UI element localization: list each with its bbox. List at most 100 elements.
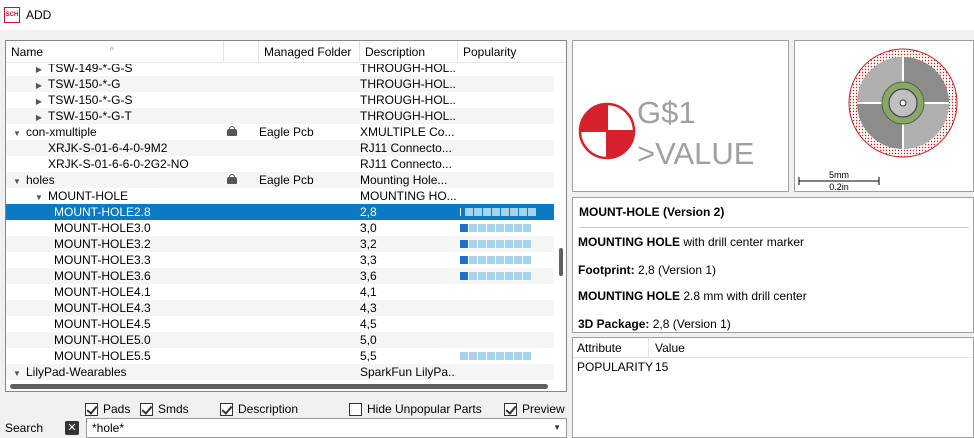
tree-row[interactable]: ▼ con-xmultiple Eagle Pcb XMULTIPLE Co...: [6, 124, 554, 140]
popularity-segments: [460, 352, 531, 360]
collapsed-arrow-icon[interactable]: ▶: [34, 94, 44, 108]
row-name-cell: ▼ LilyPad-Wearables: [6, 364, 256, 380]
part-row[interactable]: MOUNT-HOLE3.0 3,0: [6, 220, 554, 236]
row-name: MOUNT-HOLE5.0: [54, 333, 151, 347]
row-folder: [259, 220, 357, 236]
column-managed-folder[interactable]: Managed Folder: [259, 41, 360, 63]
part-row[interactable]: MOUNT-HOLE5.5 5,5: [6, 348, 554, 364]
expanded-arrow-icon[interactable]: ▼: [12, 366, 22, 380]
sort-ascending-icon: ^: [110, 46, 114, 55]
row-description: THROUGH-HOL...: [360, 77, 456, 91]
popularity-segment: [460, 224, 468, 232]
tree-row[interactable]: ▶ TSW-150-*-G-S THROUGH-HOL...: [6, 92, 554, 108]
row-name-cell: MOUNT-HOLE2.8: [6, 204, 256, 220]
collapsed-arrow-icon[interactable]: ▶: [34, 110, 44, 124]
tree-row[interactable]: ▶ TSW-149-*-G-S THROUGH-HOL...: [6, 64, 554, 76]
tree-row[interactable]: ▶ TSW-150-*-G THROUGH-HOL...: [6, 76, 554, 92]
row-folder: Eagle Pcb: [259, 125, 314, 139]
row-name-cell: MOUNT-HOLE3.6: [6, 268, 256, 284]
attribute-row[interactable]: POPULARITY 15: [573, 358, 973, 376]
column-lock[interactable]: [224, 41, 259, 63]
expanded-arrow-icon[interactable]: ▼: [34, 190, 44, 204]
symbol-quadrant-tl: [580, 104, 607, 131]
description-check-icon[interactable]: [220, 402, 233, 416]
pads-checkbox[interactable]: Pads: [85, 400, 130, 418]
part-row[interactable]: MOUNT-HOLE2.8 2,8: [6, 204, 554, 220]
part-row[interactable]: MOUNT-HOLE3.3 3,3: [6, 252, 554, 268]
value-column[interactable]: Value: [651, 338, 685, 358]
popularity-segment: [523, 224, 531, 232]
part-row[interactable]: MOUNT-HOLE4.3 4,3: [6, 300, 554, 316]
tree-row[interactable]: ▼ MOUNT-HOLE MOUNTING HO...: [6, 188, 554, 204]
smds-check-icon[interactable]: [140, 402, 153, 416]
dropdown-arrow-icon[interactable]: ▼: [553, 419, 561, 437]
part-row[interactable]: MOUNT-HOLE4.1 4,1: [6, 284, 554, 300]
row-name-cell: MOUNT-HOLE3.3: [6, 252, 256, 268]
popularity-bar: [456, 268, 554, 284]
popularity-segments: [460, 208, 536, 216]
row-name: MOUNT-HOLE2.8: [54, 205, 151, 219]
preview-checkbox[interactable]: Preview: [504, 400, 565, 418]
description-line-2: Footprint: 2,8 (Version 1): [578, 263, 716, 277]
row-description: MOUNTING HO...: [360, 189, 456, 203]
description-line-4: 3D Package: 2,8 (Version 1): [578, 317, 731, 331]
popularity-segment: [460, 352, 468, 360]
preview-check-icon[interactable]: [504, 402, 517, 416]
column-description[interactable]: Description: [360, 41, 458, 63]
attribute-value: 15: [655, 360, 669, 374]
popularity-segment: [514, 272, 522, 280]
horizontal-scroll-thumb[interactable]: [10, 384, 548, 389]
attribute-column[interactable]: Attribute: [573, 338, 649, 358]
horizontal-scrollbar[interactable]: [6, 382, 554, 391]
row-name: TSW-150-*-G: [48, 77, 121, 91]
symbol-preview: G$1 >VALUE: [572, 40, 789, 192]
popularity-marker: [460, 208, 461, 216]
popularity-segment: [514, 256, 522, 264]
symbol-quadrant-br: [607, 131, 634, 158]
library-tree[interactable]: Name ^ Managed Folder Description Popula…: [5, 40, 567, 392]
tree-row[interactable]: ▼ holes Eagle Pcb Mounting Hole...: [6, 172, 554, 188]
row-name-cell: MOUNT-HOLE3.2: [6, 236, 256, 252]
lock-glyph-icon: [227, 126, 237, 136]
description-checkbox[interactable]: Description: [220, 400, 298, 418]
vertical-scroll-thumb[interactable]: [559, 248, 563, 276]
tree-row[interactable]: XRJK-S-01-6-6-0-2G2-NO RJ11 Connecto...: [6, 156, 554, 172]
description-panel: MOUNT-HOLE (Version 2) MOUNTING HOLE wit…: [572, 197, 974, 333]
popularity-segment: [487, 224, 495, 232]
column-popularity[interactable]: Popularity: [458, 41, 556, 63]
search-input[interactable]: *hole* ▼: [86, 418, 567, 438]
collapsed-arrow-icon[interactable]: ▶: [34, 64, 44, 76]
tree-row[interactable]: ▼ LilyPad-Wearables SparkFun LilyPa...: [6, 364, 554, 380]
popularity-segment: [487, 256, 495, 264]
row-folder: [259, 300, 357, 316]
part-row[interactable]: MOUNT-HOLE5.0 5,0: [6, 332, 554, 348]
clear-search-icon[interactable]: ✕: [65, 421, 79, 435]
pads-check-icon[interactable]: [85, 402, 98, 416]
part-row[interactable]: MOUNT-HOLE3.2 3,2: [6, 236, 554, 252]
hide-unpopular-checkbox[interactable]: Hide Unpopular Parts: [349, 400, 482, 418]
expanded-arrow-icon[interactable]: ▼: [12, 126, 22, 140]
row-description: Mounting Hole...: [360, 173, 448, 187]
popularity-segment: [505, 272, 513, 280]
popularity-segment: [496, 224, 504, 232]
row-name-cell: ▼ con-xmultiple: [6, 124, 256, 140]
vertical-scrollbar[interactable]: [556, 64, 566, 382]
hide-unpopular-check-icon[interactable]: [349, 402, 362, 416]
popularity-segment: [523, 352, 531, 360]
part-row[interactable]: MOUNT-HOLE4.5 4,5: [6, 316, 554, 332]
lock-icon: [222, 124, 242, 140]
popularity-segment: [460, 240, 468, 248]
attributes-panel: Attribute Value POPULARITY 15: [572, 337, 974, 438]
row-description: 4,1: [360, 285, 377, 299]
smds-checkbox[interactable]: Smds: [140, 400, 189, 418]
row-name-cell: MOUNT-HOLE5.5: [6, 348, 256, 364]
tree-row[interactable]: XRJK-S-01-6-4-0-9M2 RJ11 Connecto...: [6, 140, 554, 156]
popularity-bar: [456, 252, 554, 268]
part-row[interactable]: MOUNT-HOLE3.6 3,6: [6, 268, 554, 284]
tree-row[interactable]: ▶ TSW-150-*-G-T THROUGH-HOL...: [6, 108, 554, 124]
collapsed-arrow-icon[interactable]: ▶: [34, 78, 44, 92]
column-name[interactable]: Name ^: [6, 41, 224, 63]
row-folder: [259, 252, 357, 268]
row-folder: Eagle Pcb: [259, 173, 314, 187]
expanded-arrow-icon[interactable]: ▼: [12, 174, 22, 188]
